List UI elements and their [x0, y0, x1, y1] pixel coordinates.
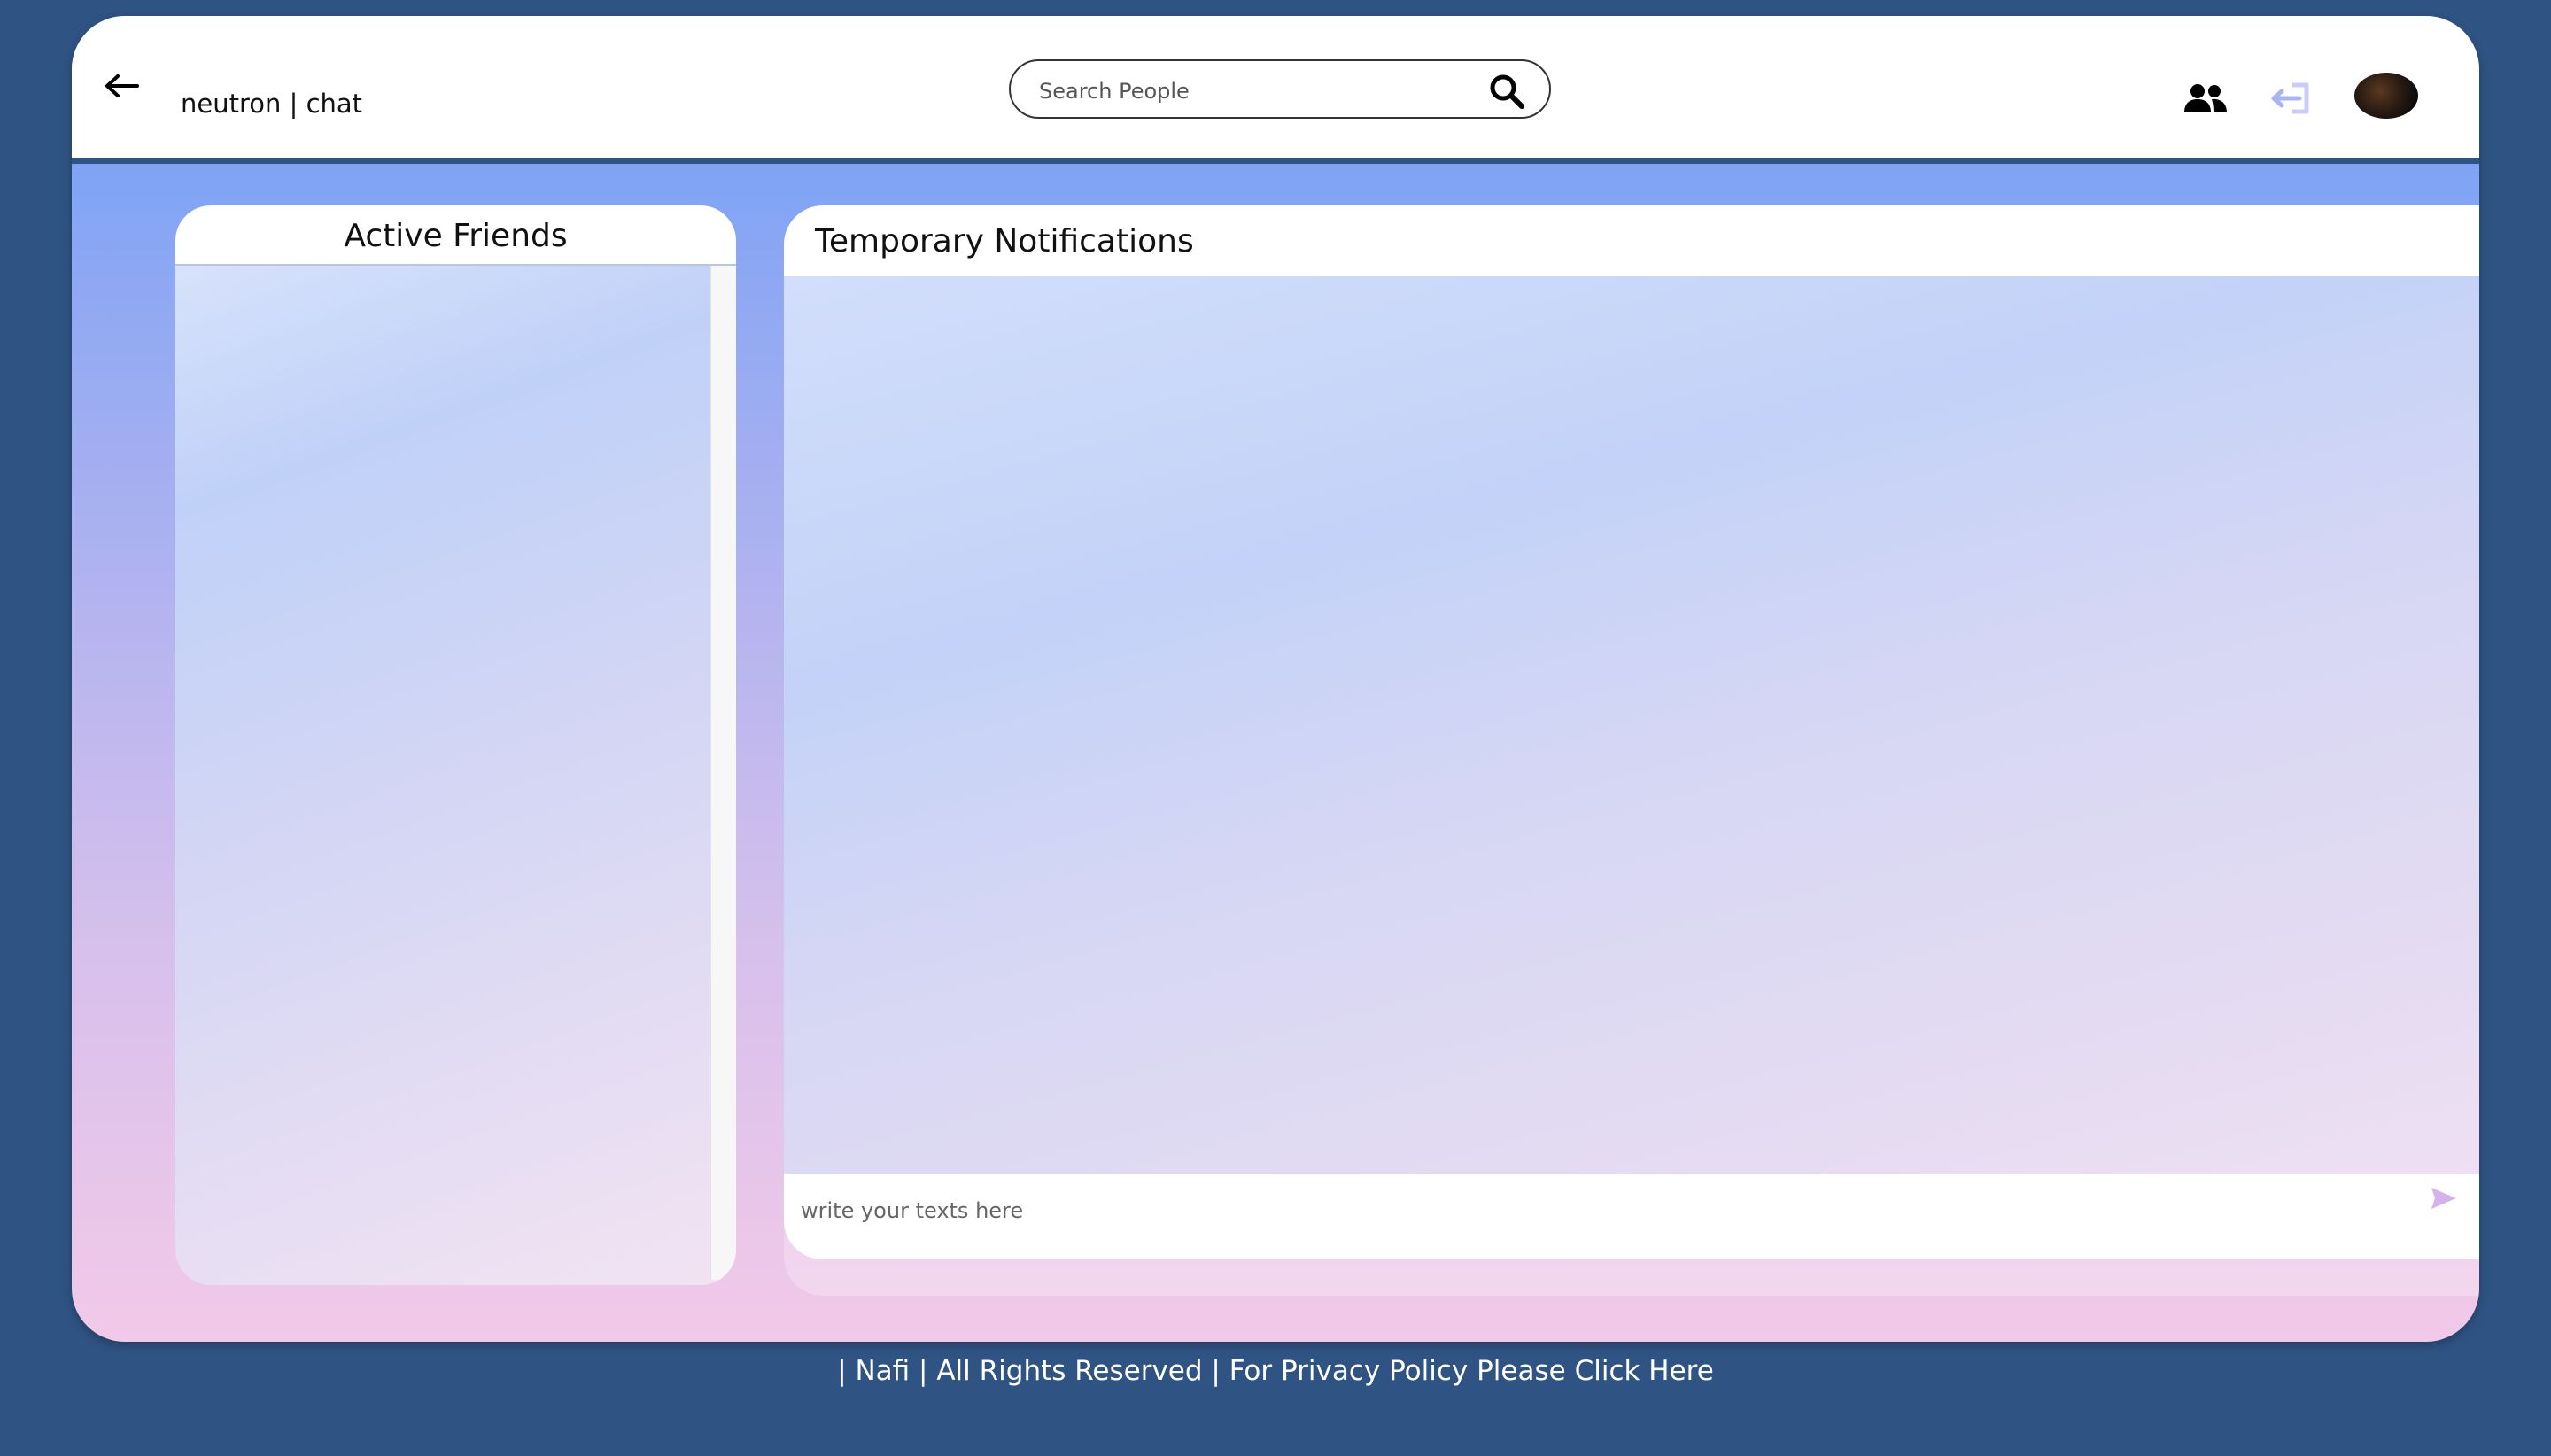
brand-title: neutron | chat [181, 89, 363, 119]
notifications-message-area [784, 276, 2479, 1174]
footer: | Nafi | All Rights Reserved | For Priva… [0, 1355, 2551, 1387]
search-icon[interactable] [1487, 72, 1526, 111]
notifications-title: Temporary Notifications [815, 223, 1194, 259]
active-friends-panel: Active Friends [175, 205, 736, 1285]
search-input[interactable] [1037, 73, 1484, 110]
top-header: neutron | chat [72, 16, 2479, 164]
user-avatar[interactable] [2354, 73, 2418, 119]
active-friends-list [175, 266, 736, 1285]
notifications-panel: Temporary Notifications [784, 205, 2479, 1296]
app-frame: neutron | chat Active Friends [72, 16, 2479, 1342]
back-arrow-icon[interactable] [104, 73, 139, 99]
search-bar [1009, 59, 1551, 119]
active-friends-header: Active Friends [175, 205, 736, 266]
logout-icon[interactable] [2269, 81, 2312, 116]
friends-list-scrollbar[interactable] [710, 266, 736, 1280]
send-icon[interactable] [2430, 1185, 2458, 1212]
active-friends-title: Active Friends [344, 218, 568, 254]
friends-icon[interactable] [2183, 82, 2229, 114]
message-input[interactable] [799, 1194, 2397, 1228]
footer-text[interactable]: | Nafi | All Rights Reserved | For Priva… [837, 1355, 1714, 1387]
message-composer [784, 1174, 2479, 1259]
notifications-header: Temporary Notifications [784, 205, 2479, 276]
